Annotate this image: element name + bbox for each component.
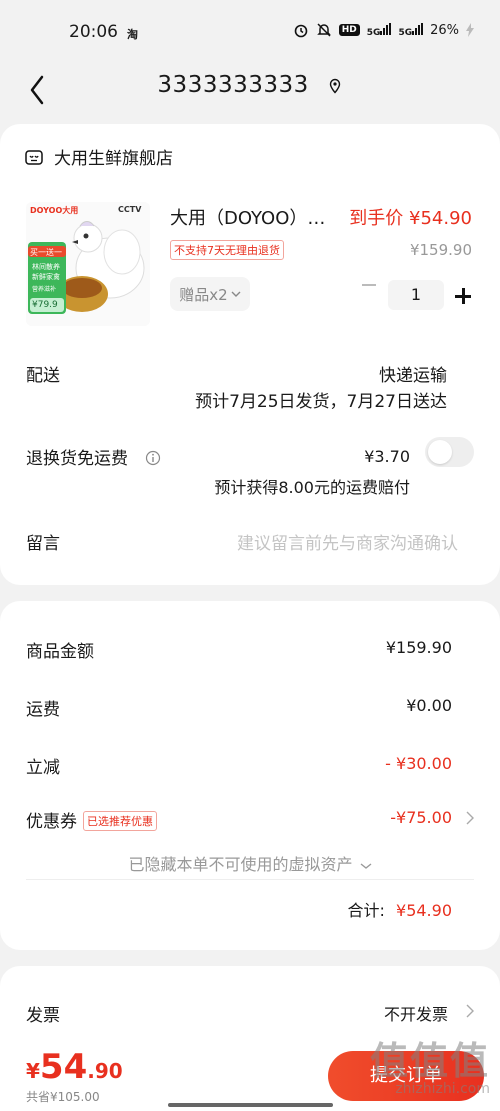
status-icons: HD 5G 5G 26% (293, 22, 474, 38)
price-summary-card: 商品金额 ¥159.90 运费 ¥0.00 立减 - ¥30.00 优惠券 已选推… (0, 601, 500, 950)
address-phone: 3333333333 (157, 72, 309, 98)
shop-row[interactable]: 大用生鲜旗舰店 (24, 144, 173, 169)
checkout-bar: ¥54.90 共省¥105.00 提交订单 (0, 1041, 500, 1111)
gift-label: 赠品x2 (179, 285, 228, 304)
signal-1: 5G (367, 22, 392, 38)
address-selector[interactable]: 3333333333 (0, 72, 500, 98)
delivery-label: 配送 (26, 366, 60, 386)
location-pin-icon (329, 78, 340, 94)
savings-text: 共省¥105.00 (26, 1090, 100, 1104)
delivery-eta: 预计7月25日发货，7月27日送达 (195, 392, 447, 412)
img-price: ¥79.9 (32, 300, 58, 310)
img-badge: 买一送一 (30, 248, 62, 257)
charging-icon (466, 23, 474, 37)
hd-badge: HD (338, 24, 360, 36)
pay-amount-dec: .90 (87, 1059, 123, 1083)
message-label: 留言 (26, 534, 60, 554)
chevron-right-icon[interactable] (466, 811, 474, 825)
coupon-label: 优惠券 (26, 812, 77, 832)
return-insurance-note: 预计获得8.00元的运费赔付 (214, 478, 410, 497)
no-return-tag: 不支持7天无理由退货 (170, 240, 284, 260)
img-cctv: CCTV (118, 205, 142, 214)
chevron-down-icon (360, 863, 371, 869)
shop-face-icon (25, 149, 43, 165)
hidden-assets-toggle[interactable]: 已隐藏本单不可使用的虚拟资产 (0, 851, 500, 875)
battery-level: 26% (430, 22, 459, 38)
coupon-tag: 已选推荐优惠 (83, 811, 157, 831)
qty-minus-button[interactable] (362, 284, 376, 286)
pay-amount-int: 54 (39, 1047, 88, 1087)
quantity-value[interactable]: 1 (388, 280, 444, 310)
discount-label: 立减 (26, 758, 60, 778)
mute-bell-icon (316, 23, 331, 37)
divider (26, 879, 474, 880)
total-label: 合计: (347, 901, 385, 920)
original-price: ¥159.90 (409, 241, 472, 259)
img-line2: 新鲜家禽 (32, 273, 60, 281)
coupon-value[interactable]: -¥75.00 (390, 808, 452, 827)
pay-currency: ¥ (26, 1059, 40, 1083)
hidden-assets-text: 已隐藏本单不可使用的虚拟资产 (128, 855, 353, 874)
shop-name: 大用生鲜旗舰店 (54, 149, 173, 169)
home-indicator[interactable] (168, 1103, 333, 1107)
alarm-icon (294, 24, 308, 38)
gift-dropdown[interactable]: 赠品x2 (170, 277, 250, 311)
delivery-method[interactable]: 快递运输 (379, 361, 447, 386)
return-insurance-label: 退换货免运费 (26, 444, 161, 469)
message-input[interactable]: 建议留言前先与商家沟通确认 (237, 529, 458, 554)
invoice-label: 发票 (26, 1006, 60, 1026)
goods-amount-value: ¥159.90 (385, 638, 452, 657)
submit-order-button[interactable]: 提交订单 (328, 1051, 484, 1101)
return-insurance-price: ¥3.70 (364, 447, 410, 466)
img-line1: 林间散养 (32, 263, 60, 271)
goods-amount-label: 商品金额 (26, 642, 94, 662)
header: 3333333333 (0, 62, 500, 120)
toggle-knob (428, 440, 452, 464)
order-card: 大用生鲜旗舰店 DOYOO大用 CCTV 买一送一 林间散养 新鲜家禽 营养滋补… (0, 124, 500, 585)
coupon-row[interactable]: 优惠券 已选推荐优惠 (26, 807, 157, 832)
return-insurance-toggle[interactable] (425, 437, 474, 467)
invoice-value: 不开发票 (383, 1005, 448, 1024)
img-brand: DOYOO大用 (30, 206, 79, 215)
taobao-notification-icon: 淘 (127, 28, 138, 41)
qty-plus-button[interactable] (455, 288, 471, 304)
info-icon[interactable] (145, 450, 161, 466)
product-title[interactable]: 大用（DOYOO）… (170, 204, 345, 230)
freight-value: ¥0.00 (406, 696, 452, 715)
discount-value: - ¥30.00 (385, 754, 452, 773)
product-image[interactable]: DOYOO大用 CCTV 买一送一 林间散养 新鲜家禽 营养滋补 ¥79.9 (26, 202, 150, 326)
chevron-right-icon (466, 1004, 474, 1018)
status-time: 20:06 (69, 22, 118, 42)
signal-2: 5G (398, 22, 424, 38)
chevron-down-icon (231, 291, 241, 297)
status-bar: 20:06 淘 HD 5G 5G 26% (0, 0, 500, 62)
total-value: ¥54.90 (396, 901, 452, 920)
final-price: 到手价 ¥54.90 (349, 208, 472, 229)
return-insurance-text: 退换货免运费 (26, 449, 128, 469)
pay-amount: ¥54.90 (26, 1047, 123, 1087)
total-row: 合计: ¥54.90 (348, 897, 452, 921)
img-line3: 营养滋补 (32, 286, 57, 293)
freight-label: 运费 (26, 700, 60, 720)
